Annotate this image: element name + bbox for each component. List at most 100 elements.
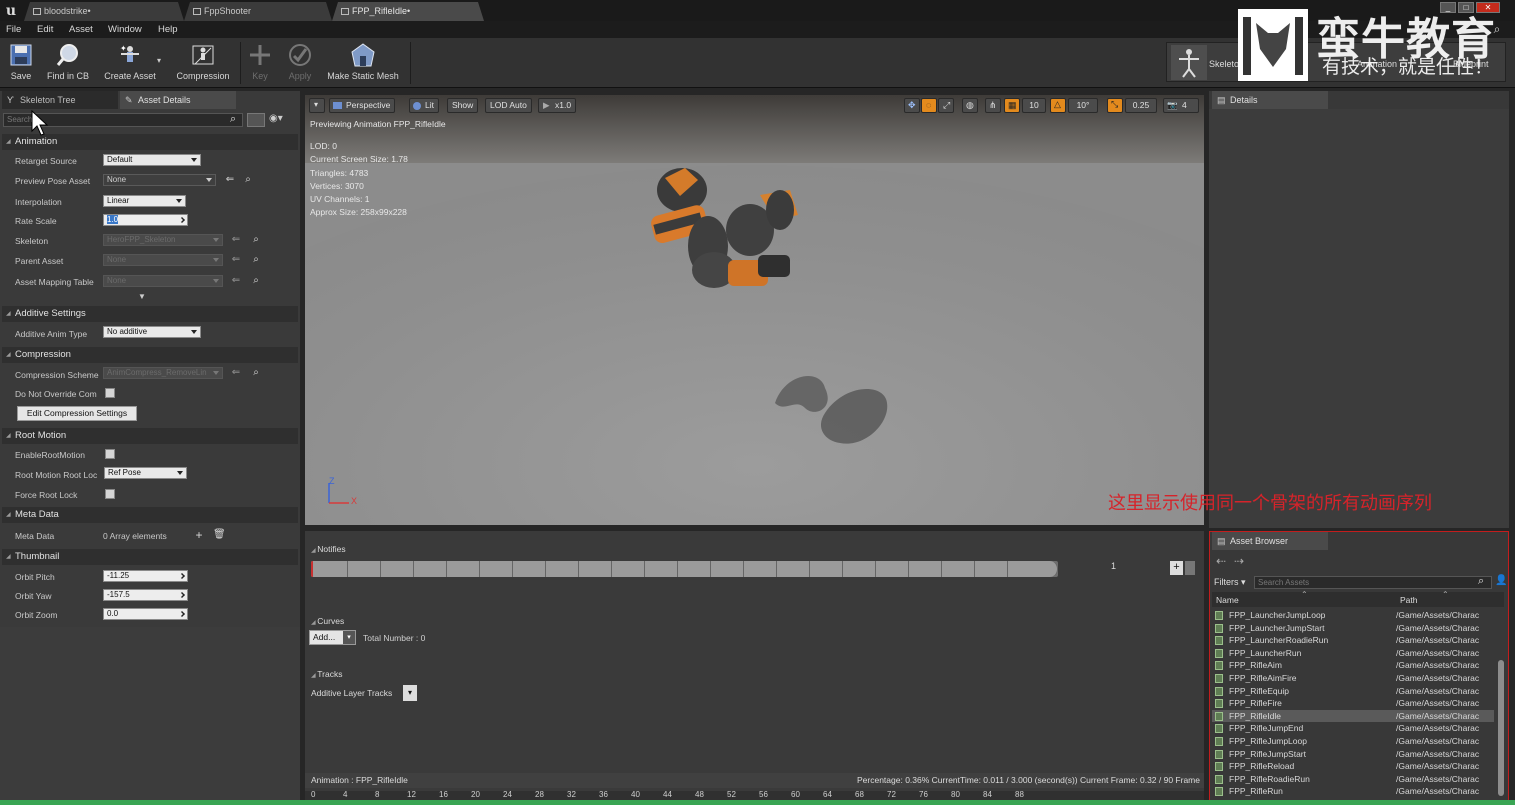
column-name-header[interactable]: Name xyxy=(1216,595,1239,605)
menu-window[interactable]: Window xyxy=(108,21,142,38)
browse-search-icon[interactable]: ⌕ xyxy=(251,368,261,378)
section-thumbnail[interactable]: Thumbnail xyxy=(2,549,298,565)
asset-row[interactable]: FPP_RifleFire/Game/Assets/Charac xyxy=(1212,697,1494,710)
lod-auto-button[interactable]: LOD Auto xyxy=(485,98,532,113)
notifies-header[interactable]: Notifies xyxy=(311,544,345,554)
tab-skeleton-tree[interactable]: Ƴ Skeleton Tree xyxy=(2,91,118,109)
section-additive-settings[interactable]: Additive Settings xyxy=(2,306,298,322)
column-path-header[interactable]: Path xyxy=(1400,595,1418,605)
use-selected-arrow-icon[interactable]: ⇐ xyxy=(231,255,241,265)
tab-details[interactable]: ▤ Details xyxy=(1212,91,1328,109)
apply-button[interactable]: Apply xyxy=(284,40,316,86)
force-root-lock-checkbox[interactable] xyxy=(105,489,115,499)
doc-tab-bloodstrike[interactable]: bloodstrike• xyxy=(24,2,184,21)
key-button[interactable]: Key xyxy=(246,40,274,86)
skeleton-mode-icon[interactable] xyxy=(1171,45,1207,80)
add-element-plus-icon[interactable]: + xyxy=(194,529,204,541)
section-compression[interactable]: Compression xyxy=(2,347,298,363)
browse-search-icon[interactable]: ⌕ xyxy=(251,235,261,245)
add-curve-button[interactable]: Add... ▾ xyxy=(309,630,356,645)
make-static-mesh-button[interactable]: Make Static Mesh xyxy=(322,40,404,86)
scale-icon[interactable]: ⤢ xyxy=(938,98,954,113)
enable-root-motion-checkbox[interactable] xyxy=(105,449,115,459)
asset-row[interactable]: FPP_RifleJumpStart/Game/Assets/Charac xyxy=(1212,748,1494,761)
orbit-yaw-input[interactable]: -157.5 xyxy=(103,589,188,601)
asset-row[interactable]: FPP_RifleRun/Game/Assets/Charac xyxy=(1212,785,1494,798)
translate-icon[interactable]: ✥ xyxy=(904,98,920,113)
asset-row[interactable]: FPP_RifleAimFire/Game/Assets/Charac xyxy=(1212,672,1494,685)
asset-row[interactable]: FPP_RifleJumpEnd/Game/Assets/Charac xyxy=(1212,722,1494,735)
section-meta-data[interactable]: Meta Data xyxy=(2,507,298,523)
trash-icon[interactable]: 🗑 xyxy=(213,530,226,540)
add-notify-track-plus-icon[interactable]: + xyxy=(1170,561,1183,575)
additive-layer-dropdown-icon[interactable]: ▾ xyxy=(403,685,417,701)
search-assets-input[interactable]: Search Assets ⌕ xyxy=(1254,575,1492,589)
asset-row[interactable]: FPP_RifleIdle/Game/Assets/Charac xyxy=(1212,709,1494,723)
menu-asset[interactable]: Asset xyxy=(69,21,93,38)
doc-tab-fpp-rifleidle[interactable]: FPP_RifleIdle• xyxy=(332,2,484,21)
interpolation-dropdown[interactable]: Linear xyxy=(103,195,186,207)
asset-row[interactable]: FPP_RifleEquip/Game/Assets/Charac xyxy=(1212,685,1494,698)
filters-button[interactable]: Filters ▾ xyxy=(1214,577,1246,588)
scale-snap-icon[interactable]: ⤡ xyxy=(1107,98,1123,113)
rate-scale-input[interactable]: 1.0 xyxy=(103,214,188,226)
menu-edit[interactable]: Edit xyxy=(37,21,53,38)
tab-asset-details[interactable]: ✎ Asset Details xyxy=(120,91,236,109)
browse-search-icon[interactable]: ⌕ xyxy=(251,255,261,265)
grid-snap-value[interactable]: 10 xyxy=(1022,98,1046,113)
remove-track-minus-icon[interactable] xyxy=(1185,561,1195,575)
orbit-zoom-input[interactable]: 0.0 xyxy=(103,608,188,620)
asset-row[interactable]: FPP_LauncherJumpStart/Game/Assets/Charac xyxy=(1212,622,1494,635)
asset-row[interactable]: FPP_RifleJumpLoop/Game/Assets/Charac xyxy=(1212,735,1494,748)
rotate-icon[interactable]: ◌ xyxy=(921,98,937,113)
forward-arrow-icon[interactable]: ⇢ xyxy=(1234,554,1244,568)
tab-asset-browser[interactable]: ▤ Asset Browser xyxy=(1212,532,1328,550)
scale-snap-value[interactable]: 0.25 xyxy=(1125,98,1157,113)
use-selected-arrow-icon[interactable]: ⇐ xyxy=(231,276,241,286)
doc-tab-fppshooter[interactable]: FppShooter xyxy=(184,2,332,21)
create-asset-dropdown-icon[interactable]: ▾ xyxy=(157,56,161,65)
compression-button[interactable]: Compression xyxy=(172,40,234,86)
camera-speed-button[interactable]: 📷 4 xyxy=(1163,98,1199,113)
surface-snap-icon[interactable]: ⋔ xyxy=(985,98,1001,113)
menu-help[interactable]: Help xyxy=(158,21,178,38)
save-button[interactable]: Save xyxy=(4,40,38,86)
expand-advanced-chevron-icon[interactable]: ▼ xyxy=(138,292,146,301)
orbit-pitch-input[interactable]: -11.25 xyxy=(103,570,188,582)
edit-compression-settings-button[interactable]: Edit Compression Settings xyxy=(17,406,137,421)
show-button[interactable]: Show xyxy=(447,98,479,113)
asset-row[interactable]: FPP_LauncherRoadieRun/Game/Assets/Charac xyxy=(1212,634,1494,647)
find-in-cb-button[interactable]: Find in CB xyxy=(44,40,92,86)
do-not-override-checkbox[interactable] xyxy=(105,388,115,398)
playback-speed-button[interactable]: ▶ x1.0 xyxy=(538,98,577,113)
asset-row[interactable]: FPP_RifleRoadieRun/Game/Assets/Charac xyxy=(1212,773,1494,786)
root-motion-lock-dropdown[interactable]: Ref Pose xyxy=(104,467,187,479)
additive-anim-type-dropdown[interactable]: No additive xyxy=(103,326,201,338)
timeline-ruler[interactable]: 0 4 8 12 16 20 24 28 32 36 40 44 48 52 56 60 64 68 72 76 80 8… xyxy=(305,791,1204,800)
notify-track-bar[interactable] xyxy=(311,561,1058,577)
asset-row[interactable]: FPP_RifleReload/Game/Assets/Charac xyxy=(1212,760,1494,773)
rotation-snap-icon[interactable]: △ xyxy=(1050,98,1066,113)
view-options-grid-icon[interactable] xyxy=(247,113,265,127)
create-asset-button[interactable]: ✦ Create Asset xyxy=(100,40,160,86)
retarget-source-dropdown[interactable]: Default xyxy=(103,154,201,166)
use-selected-arrow-icon[interactable]: ⇐ xyxy=(231,368,241,378)
user-icon[interactable]: 👤 xyxy=(1495,575,1507,586)
animation-viewport[interactable]: ▾ Perspective Lit Show LOD Auto ▶ x1.0 ✥ … xyxy=(305,95,1204,525)
tracks-header[interactable]: Tracks xyxy=(311,669,342,679)
world-local-icon[interactable]: ◍ xyxy=(962,98,978,113)
viewport-options-dropdown[interactable]: ▾ xyxy=(309,98,325,113)
rotation-snap-value[interactable]: 10° xyxy=(1068,98,1098,113)
section-root-motion[interactable]: Root Motion xyxy=(2,428,298,444)
curves-header[interactable]: Curves xyxy=(311,616,344,626)
lit-button[interactable]: Lit xyxy=(409,98,439,113)
eye-visibility-icon[interactable]: ◉▾ xyxy=(269,113,283,124)
use-selected-arrow-icon[interactable]: ⇐ xyxy=(231,235,241,245)
asset-row[interactable]: FPP_LauncherJumpLoop/Game/Assets/Charac xyxy=(1212,609,1494,622)
asset-list-scrollbar[interactable] xyxy=(1498,660,1504,796)
browse-search-icon[interactable]: ⌕ xyxy=(243,175,253,185)
perspective-button[interactable]: Perspective xyxy=(329,98,396,113)
back-arrow-icon[interactable]: ⇠ xyxy=(1216,554,1226,568)
browse-search-icon[interactable]: ⌕ xyxy=(251,276,261,286)
grid-snap-icon[interactable]: ▦ xyxy=(1004,98,1020,113)
